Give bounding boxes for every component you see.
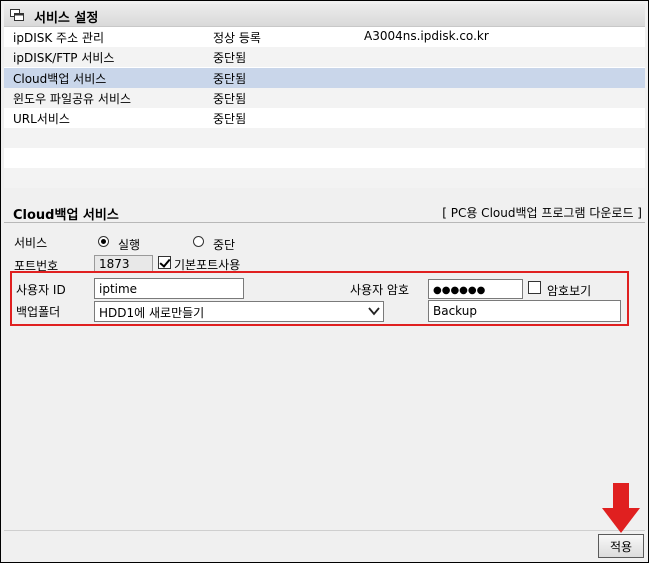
run-label: 실행 [118,238,141,252]
empty-row [4,168,645,188]
empty-row [4,148,645,168]
section-title: Cloud백업 서비스 [13,208,119,223]
backup-folder-select[interactable]: HDD1에 새로만들기 [94,301,384,322]
service-row-cloud-backup[interactable]: Cloud백업 서비스 중단됨 [4,68,645,88]
password-input[interactable]: ●●●●●● [428,279,523,299]
service-row-ipdisk-address[interactable]: ipDISK 주소 관리 정상 등록 A3004ns.ipdisk.co.kr [4,27,645,47]
backup-folder-selected: HDD1에 새로만들기 [99,306,205,320]
service-label: 서비스 [14,236,48,250]
windows-icon [10,9,24,21]
apply-button[interactable]: 적용 [598,534,644,558]
backup-folder-label: 백업폴더 [16,305,61,319]
service-status: 중단됨 [213,51,247,65]
user-id-input[interactable] [94,278,244,299]
service-name: URL서비스 [13,112,70,126]
password-label: 사용자 암호 [350,283,410,297]
empty-row [4,128,645,148]
chevron-down-icon [368,307,380,316]
run-radio[interactable] [98,236,109,247]
service-name: 윈도우 파일공유 서비스 [13,92,132,106]
backup-folder-name-input[interactable] [428,300,621,322]
download-link[interactable]: [ PC용 Cloud백업 프로그램 다운로드 ] [442,204,642,221]
service-address: A3004ns.ipdisk.co.kr [364,29,489,43]
page-title: 서비스 설정 [34,11,99,26]
service-list: ipDISK 주소 관리 정상 등록 A3004ns.ipdisk.co.kr … [4,27,645,188]
service-row-windows-share[interactable]: 윈도우 파일공유 서비스 중단됨 [4,88,645,108]
service-status: 정상 등록 [213,31,261,45]
default-port-checkbox[interactable] [158,256,171,269]
stop-radio[interactable] [193,236,204,247]
section-divider [4,222,645,223]
password-mask: ●●●●●● [433,285,486,296]
show-password-label: 암호보기 [547,284,592,298]
service-settings-window: 서비스 설정 ipDISK 주소 관리 정상 등록 A3004ns.ipdisk… [0,0,649,563]
show-password-checkbox[interactable] [528,281,541,294]
footer-divider [4,530,645,531]
service-row-ipdisk-ftp[interactable]: ipDISK/FTP 서비스 중단됨 [4,47,645,67]
red-arrow-down-icon [602,483,640,533]
service-name: ipDISK 주소 관리 [13,31,105,45]
stop-label: 중단 [213,238,236,252]
service-status: 중단됨 [213,92,247,106]
header-bar: 서비스 설정 [4,4,645,27]
user-id-label: 사용자 ID [16,283,66,297]
service-status: 중단됨 [213,112,247,126]
service-name: ipDISK/FTP 서비스 [13,51,115,65]
service-name: Cloud백업 서비스 [13,72,107,86]
service-status: 중단됨 [213,72,247,86]
service-row-url[interactable]: URL서비스 중단됨 [4,108,645,128]
